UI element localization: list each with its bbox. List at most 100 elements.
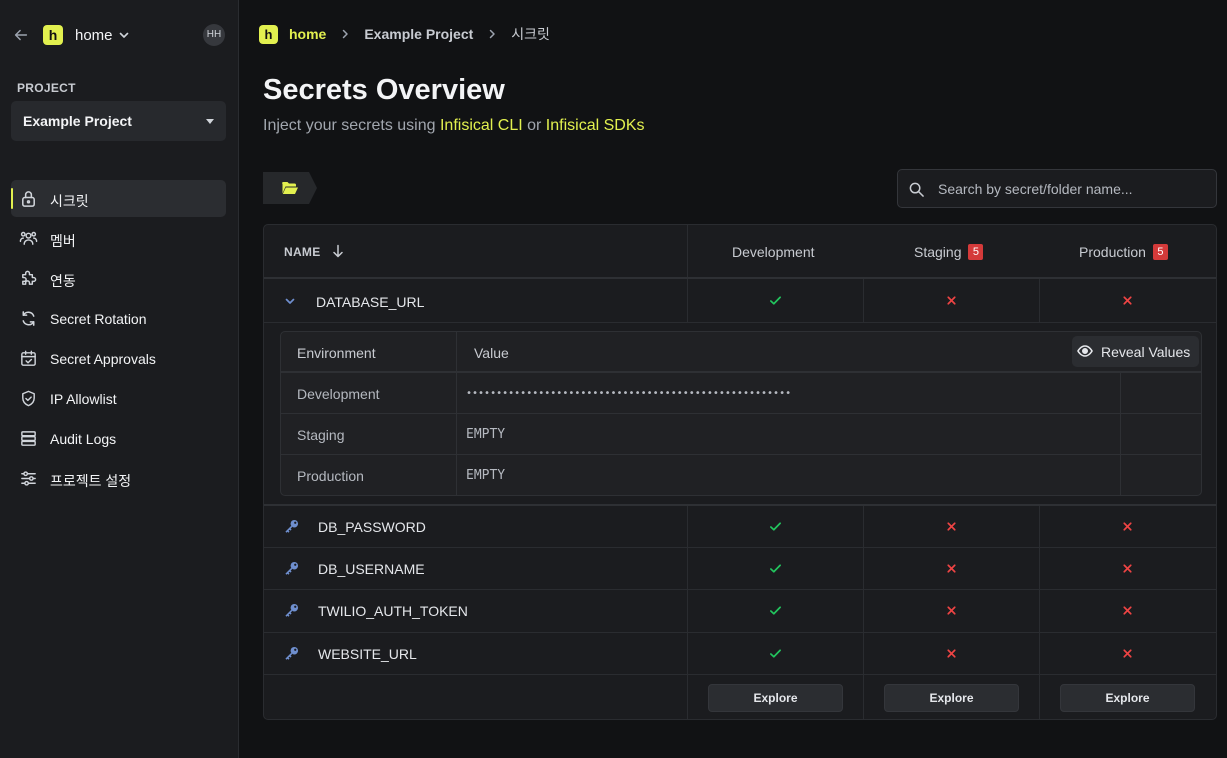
detail-value[interactable]: EMPTY [466, 427, 505, 442]
chevron-down-icon[interactable] [284, 295, 296, 307]
detail-row[interactable]: Staging EMPTY [281, 414, 1201, 455]
detail-row[interactable]: Development ••••••••••••••••••••••••••••… [281, 373, 1201, 414]
x-mark-icon [1123, 522, 1132, 531]
column-header-production[interactable]: Production 5 [1079, 244, 1168, 260]
breadcrumb-current: 시크릿 [511, 26, 550, 42]
breadcrumb-org-logo: h [259, 24, 278, 44]
sidebar-item-label: Secret Rotation [50, 311, 147, 327]
check-icon [770, 296, 781, 305]
org-logo[interactable]: h [43, 25, 63, 45]
avatar[interactable]: HH [203, 24, 225, 46]
table-row[interactable]: DB_USERNAME [264, 548, 1216, 590]
check-icon [770, 522, 781, 531]
explore-production-button[interactable]: Explore [1060, 684, 1195, 712]
table-header: NAME Development Staging 5 Production 5 [264, 225, 1216, 279]
env-name: Development [732, 244, 815, 260]
breadcrumb: h home Example Project 시크릿 [259, 24, 550, 44]
sidebar-item-secrets[interactable]: 시크릿 [11, 180, 226, 217]
sidebar-nav: 시크릿 멤버 연동 Secret Rotation Secret Approva… [11, 180, 226, 500]
page-subtitle: Inject your secrets using Infisical CLI … [263, 117, 645, 135]
detail-column-environment: Environment [297, 345, 376, 361]
sliders-icon [21, 471, 36, 486]
page-title: Secrets Overview [263, 74, 505, 106]
column-header-development[interactable]: Development [732, 244, 815, 260]
table-row[interactable]: DATABASE_URL [264, 279, 1216, 323]
search-box [897, 169, 1217, 208]
key-icon [285, 519, 299, 533]
check-icon [770, 649, 781, 658]
sidebar-item-members[interactable]: 멤버 [11, 220, 226, 257]
sidebar-item-secret-rotation[interactable]: Secret Rotation [11, 300, 226, 337]
reveal-values-label: Reveal Values [1101, 344, 1191, 360]
table-row[interactable]: DB_PASSWORD [264, 506, 1216, 548]
sort-arrow-down-icon[interactable] [332, 244, 344, 258]
shield-icon [22, 390, 35, 407]
infisical-sdks-link[interactable]: Infisical SDKs [546, 117, 645, 134]
x-mark-icon [947, 606, 956, 615]
lock-icon [22, 191, 35, 207]
detail-env: Development [297, 386, 380, 402]
chevron-down-icon[interactable] [118, 29, 130, 41]
sidebar-item-label: IP Allowlist [50, 391, 117, 407]
secret-name: TWILIO_AUTH_TOKEN [318, 603, 468, 619]
sidebar-item-secret-approvals[interactable]: Secret Approvals [11, 340, 226, 377]
check-icon [770, 564, 781, 573]
detail-column-value: Value [474, 345, 509, 361]
logs-icon [21, 431, 36, 446]
detail-env: Production [297, 468, 364, 484]
search-input[interactable] [938, 170, 1208, 207]
sidebar-item-ip-allowlist[interactable]: IP Allowlist [11, 380, 226, 417]
reveal-values-button[interactable]: Reveal Values [1072, 336, 1199, 367]
users-icon [19, 231, 38, 245]
table-row[interactable]: TWILIO_AUTH_TOKEN [264, 590, 1216, 633]
column-header-staging[interactable]: Staging 5 [914, 244, 984, 260]
key-icon [285, 603, 299, 617]
approval-icon [21, 350, 36, 366]
table-row[interactable]: WEBSITE_URL [264, 633, 1216, 675]
chevron-right-icon [490, 29, 496, 39]
project-select[interactable]: Example Project [11, 101, 226, 141]
sidebar-item-project-settings[interactable]: 프로젝트 설정 [11, 460, 226, 497]
x-mark-icon [947, 649, 956, 658]
sidebar-item-integrations[interactable]: 연동 [11, 260, 226, 297]
env-name: Production [1079, 244, 1146, 260]
sidebar-item-label: Secret Approvals [50, 351, 156, 367]
arrow-left-icon[interactable] [12, 26, 30, 44]
explore-staging-button[interactable]: Explore [884, 684, 1019, 712]
missing-count-badge: 5 [1152, 244, 1168, 260]
secrets-table: NAME Development Staging 5 Production 5 DA… [263, 224, 1217, 720]
column-header-name[interactable]: NAME [284, 245, 321, 259]
detail-row[interactable]: Production EMPTY [281, 455, 1201, 495]
sidebar: h home HH PROJECT Example Project 시크릿 멤버… [0, 0, 239, 758]
infisical-cli-link[interactable]: Infisical CLI [440, 117, 523, 134]
sidebar-item-label: 연동 [50, 273, 76, 289]
main-content: h home Example Project 시크릿 Secrets Overv… [239, 0, 1227, 758]
sidebar-item-audit-logs[interactable]: Audit Logs [11, 420, 226, 457]
detail-header: Environment Value Reveal Values [281, 332, 1201, 373]
x-mark-icon [1123, 296, 1132, 305]
x-mark-icon [1123, 564, 1132, 573]
org-name[interactable]: home [75, 27, 113, 44]
sidebar-item-label: 시크릿 [50, 193, 89, 209]
explore-development-button[interactable]: Explore [708, 684, 843, 712]
detail-value[interactable]: ••••••••••••••••••••••••••••••••••••••••… [466, 388, 791, 399]
missing-count-badge: 5 [968, 244, 984, 260]
caret-down-icon [206, 119, 214, 124]
puzzle-icon [22, 270, 37, 285]
detail-env: Staging [297, 427, 345, 443]
x-mark-icon [947, 564, 956, 573]
breadcrumb-home[interactable]: home [289, 26, 326, 42]
key-icon [285, 561, 299, 575]
folder-path-root[interactable] [263, 172, 317, 204]
chevron-right-icon [343, 29, 349, 39]
env-name: Staging [914, 244, 962, 260]
search-icon [909, 182, 924, 197]
sidebar-item-label: 멤버 [50, 233, 76, 249]
detail-value[interactable]: EMPTY [466, 468, 505, 483]
secret-name: DATABASE_URL [316, 294, 425, 310]
key-icon [285, 646, 299, 660]
breadcrumb-project[interactable]: Example Project [364, 26, 473, 42]
folder-open-icon [282, 182, 298, 194]
x-mark-icon [947, 296, 956, 305]
secret-name: DB_PASSWORD [318, 519, 426, 535]
